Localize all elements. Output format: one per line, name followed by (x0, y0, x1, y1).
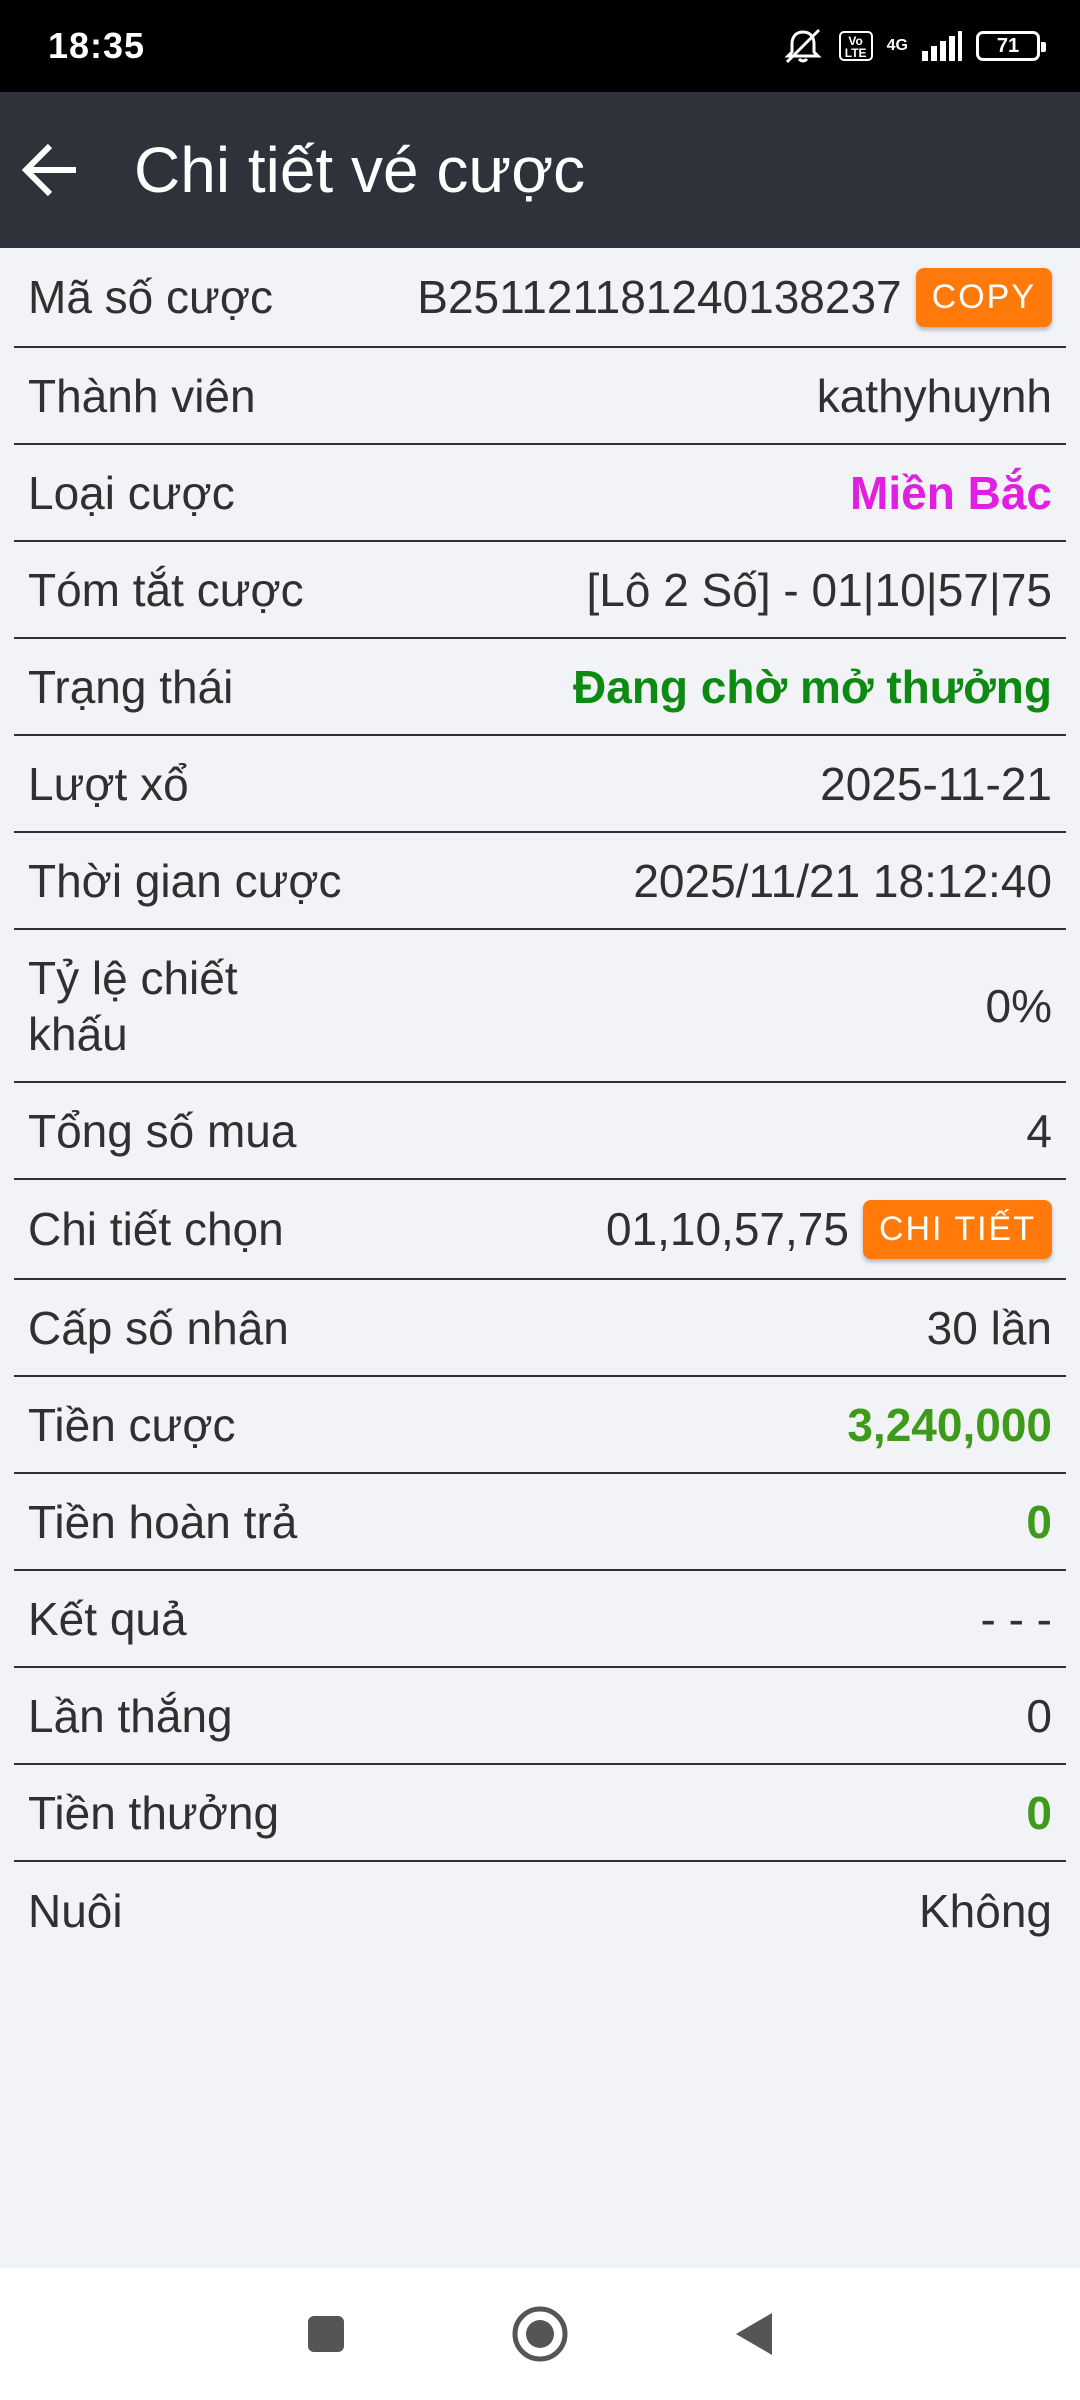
back-button[interactable] (6, 126, 94, 214)
row-status: Trạng thái Đang chờ mở thưởng (14, 639, 1066, 736)
row-prize: Tiền thưởng 0 (14, 1765, 1066, 1862)
draw-label: Lượt xổ (28, 757, 189, 810)
row-stake: Tiền cược 3,240,000 (14, 1377, 1066, 1474)
copy-button[interactable]: COPY (915, 267, 1052, 327)
status-label: Trạng thái (28, 660, 234, 713)
wins-value: 0 (1026, 1689, 1052, 1742)
status-bar: 18:35 Vo LTE 4G 71 (0, 0, 1080, 92)
signal-icon (922, 31, 962, 61)
result-label: Kết quả (28, 1592, 187, 1645)
refund-value: 0 (1026, 1495, 1052, 1548)
row-wins: Lần thắng 0 (14, 1668, 1066, 1765)
row-multiplier: Cấp số nhân 30 lần (14, 1280, 1066, 1377)
multiplier-value: 30 lần (926, 1301, 1052, 1354)
selection-value-group: 01,10,57,75 CHI TIẾT (605, 1199, 1052, 1259)
status-time: 18:35 (48, 25, 146, 66)
arrow-left-icon (21, 143, 76, 197)
selection-label: Chi tiết chọn (28, 1203, 284, 1255)
bet-type-value: Miền Bắc (850, 466, 1052, 519)
member-value: kathyhuynh (816, 369, 1052, 422)
draw-value: 2025-11-21 (820, 757, 1052, 810)
row-bet-code: Mã số cược B251121181240138237 COPY (14, 248, 1066, 348)
bet-summary-label: Tóm tắt cược (28, 563, 304, 616)
battery-icon: 71 (976, 31, 1046, 61)
discount-value: 0% (985, 979, 1052, 1032)
result-value: - - - (980, 1592, 1052, 1645)
row-member: Thành viên kathyhuynh (14, 348, 1066, 445)
row-bet-type: Loại cược Miền Bắc (14, 445, 1066, 542)
back-triangle-icon (736, 2313, 772, 2355)
row-total-bought: Tổng số mua 4 (14, 1083, 1066, 1180)
member-label: Thành viên (28, 369, 256, 422)
bet-code-value: B251121181240138237 (417, 271, 902, 323)
total-bought-value: 4 (1026, 1104, 1052, 1157)
system-nav-bar (0, 2268, 1080, 2400)
row-bet-time: Thời gian cược 2025/11/21 18:12:40 (14, 833, 1066, 930)
discount-label: Tỷ lệ chiết khấu (28, 951, 238, 1060)
nuoi-label: Nuôi (28, 1884, 123, 1937)
row-nuoi: Nuôi Không (14, 1862, 1066, 1959)
prize-label: Tiền thưởng (28, 1786, 280, 1839)
refund-label: Tiền hoàn trả (28, 1495, 298, 1548)
stake-label: Tiền cược (28, 1398, 236, 1451)
multiplier-label: Cấp số nhân (28, 1301, 289, 1354)
bet-time-label: Thời gian cược (28, 854, 342, 907)
total-bought-label: Tổng số mua (28, 1104, 297, 1157)
app-bar: Chi tiết vé cược (0, 92, 1080, 248)
network-type: 4G (886, 37, 908, 54)
bet-summary-value: [Lô 2 Số] - 01|10|57|75 (586, 563, 1052, 616)
detail-button[interactable]: CHI TIẾT (862, 1199, 1052, 1259)
bet-code-value-group: B251121181240138237 COPY (417, 267, 1052, 327)
row-draw: Lượt xổ 2025-11-21 (14, 736, 1066, 833)
volte-icon: Vo LTE (838, 31, 873, 61)
page-title: Chi tiết vé cược (134, 134, 586, 206)
recents-button[interactable] (294, 2302, 358, 2366)
row-refund: Tiền hoàn trả 0 (14, 1474, 1066, 1571)
bet-code-label: Mã số cược (28, 271, 274, 323)
bet-time-value: 2025/11/21 18:12:40 (633, 854, 1052, 907)
mute-icon (781, 26, 825, 66)
bet-detail-list: Mã số cược B251121181240138237 COPY Thàn… (14, 248, 1066, 1959)
status-icons: Vo LTE 4G 71 (781, 26, 1046, 66)
home-circle-icon (512, 2306, 568, 2362)
recents-square-icon (308, 2316, 344, 2352)
row-selection: Chi tiết chọn 01,10,57,75 CHI TIẾT (14, 1180, 1066, 1280)
prize-value: 0 (1026, 1786, 1052, 1839)
row-result: Kết quả - - - (14, 1571, 1066, 1668)
nuoi-value: Không (918, 1884, 1052, 1937)
stake-value: 3,240,000 (847, 1398, 1052, 1451)
selection-value: 01,10,57,75 (605, 1203, 849, 1255)
bet-type-label: Loại cược (28, 466, 235, 519)
wins-label: Lần thắng (28, 1689, 233, 1742)
row-discount: Tỷ lệ chiết khấu 0% (14, 930, 1066, 1083)
row-bet-summary: Tóm tắt cược [Lô 2 Số] - 01|10|57|75 (14, 542, 1066, 639)
status-value: Đang chờ mở thưởng (573, 660, 1052, 713)
home-button[interactable] (508, 2302, 572, 2366)
system-back-button[interactable] (722, 2302, 786, 2366)
